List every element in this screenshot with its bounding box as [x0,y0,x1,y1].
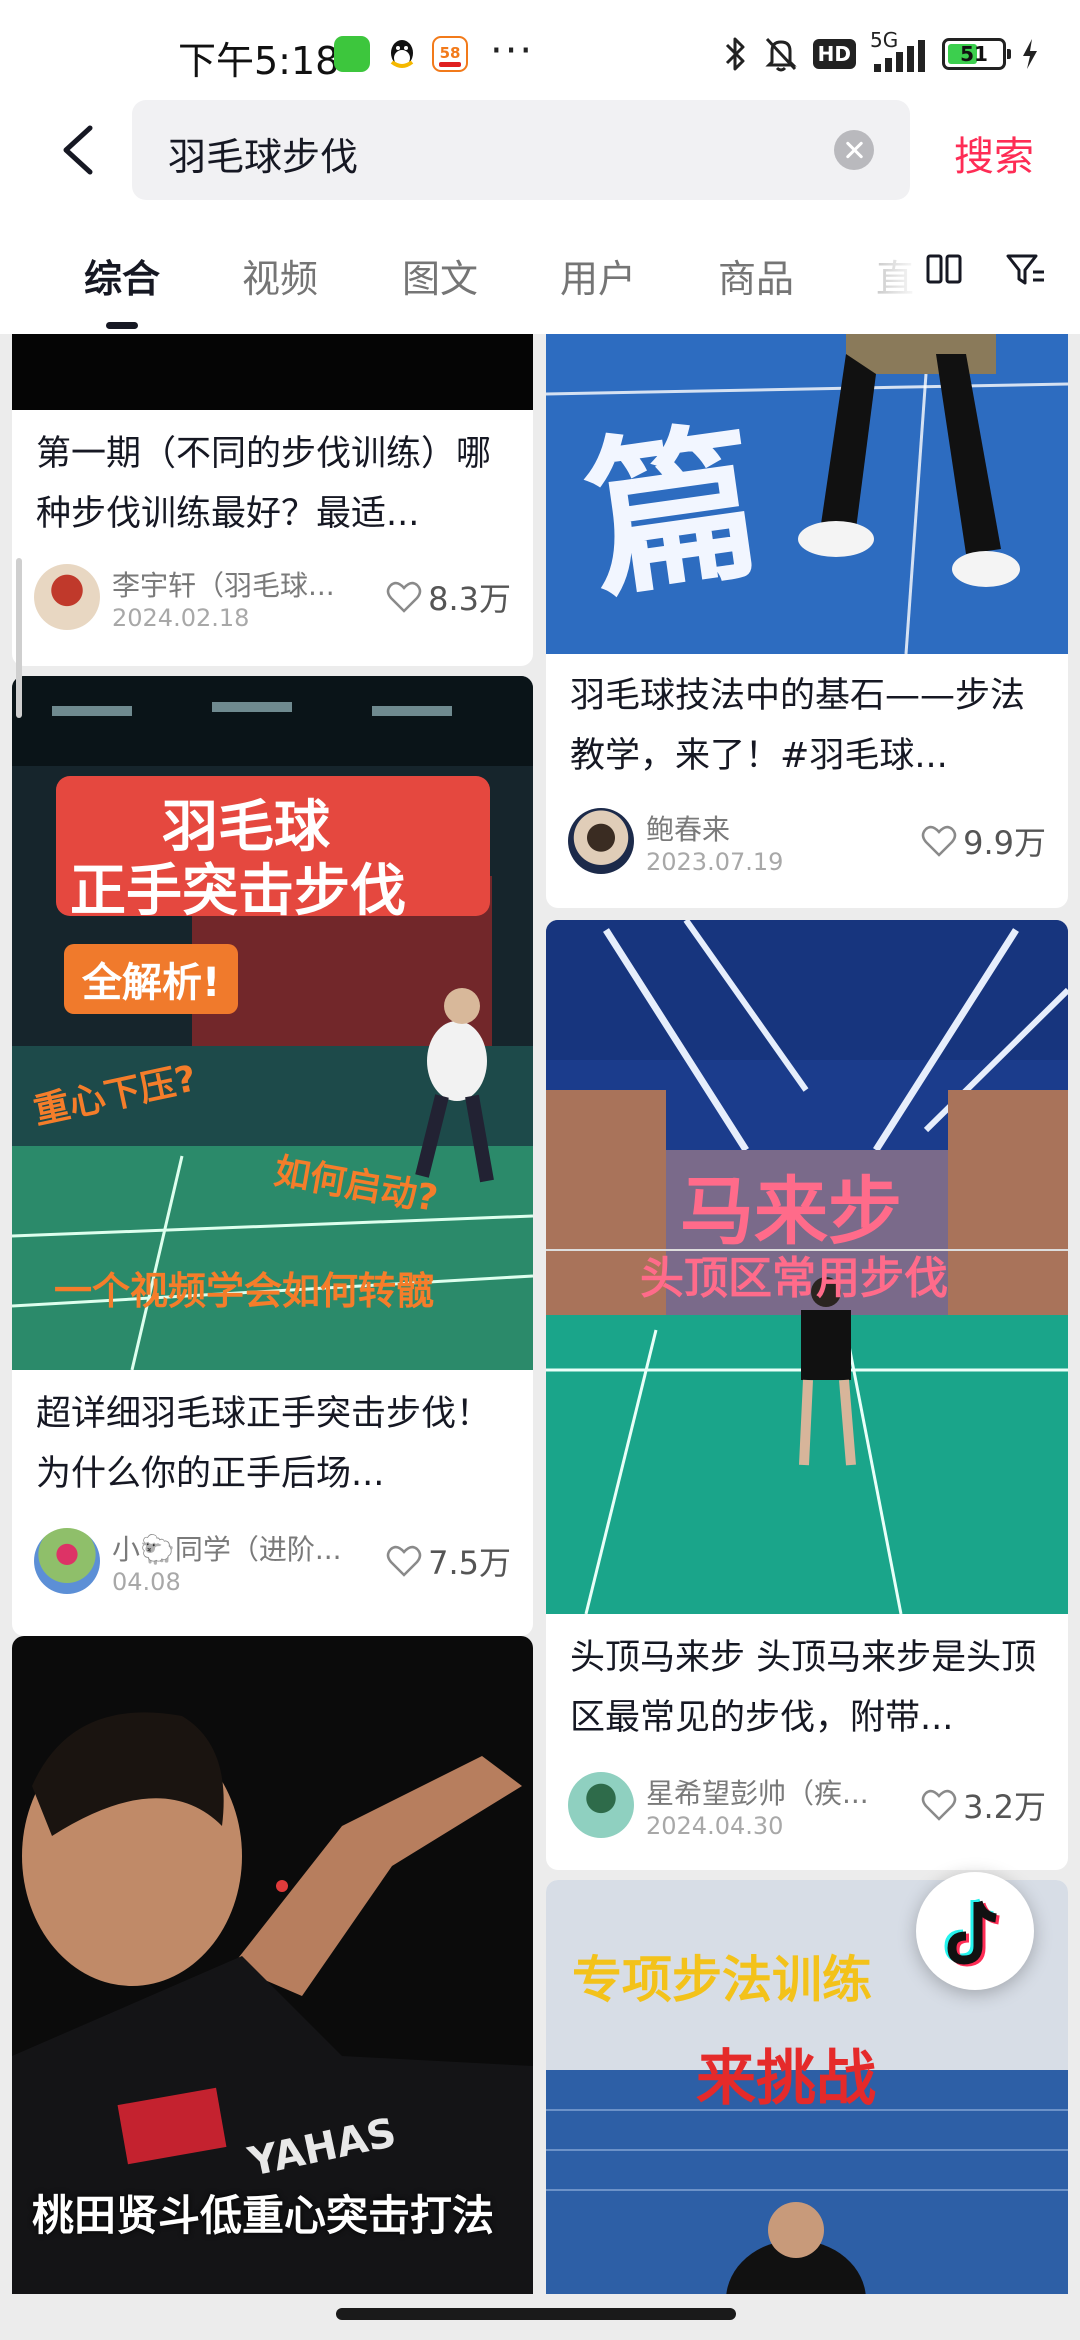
overlay-title-line2: 正手突击步伐 [70,859,406,924]
like-count-text: 9.9万 [963,824,1046,862]
card-title: 羽毛球技法中的基石——步法教学，来了！#羽毛球... [570,676,1026,776]
douyin-icon [944,1898,1000,1967]
status-right-icons: HD 5G 51 [723,28,1040,76]
tab-comprehensive[interactable]: 综合 [84,248,160,303]
author-name[interactable]: 李宇轩（羽毛球... [112,564,372,604]
post-date: 2024.04.30 [646,1812,784,1840]
video-thumbnail[interactable]: 篇 [546,334,1068,654]
heart-icon [386,581,422,613]
avatar[interactable] [34,564,100,630]
qq-notification-icon [384,36,420,72]
results-feed[interactable]: 第一期（不同的步伐训练）哪种步伐训练最好？最适... 李宇轩（羽毛球... 20… [0,334,1080,2294]
search-query[interactable]: 羽毛球步伐 [168,126,358,181]
video-thumbnail[interactable]: 羽毛球 正手突击步伐 全解析! 重心下压? 如何启动? 一个视频学会如何转髋 [12,676,533,1370]
like-count[interactable]: 8.3万 [386,574,511,620]
overlay-title-line2: 来挑战 [696,2044,876,2114]
battery-icon: 51 [942,38,1011,70]
thumbnail-overlay-text: 篇 [575,402,772,623]
avatar[interactable] [568,1772,634,1838]
tab-image-text[interactable]: 图文 [402,248,478,303]
overlay-bottom-text: 一个视频学会如何转髋 [54,1269,435,1313]
avatar[interactable] [34,1528,100,1594]
author-name[interactable]: 小🐑同学（进阶... [112,1528,372,1568]
charging-icon [1023,39,1037,69]
tab-tools [920,210,1080,334]
like-count-text: 3.2万 [963,1788,1046,1826]
result-card[interactable]: YAHAS 桃田贤斗低重心突击打法 [12,1636,533,2294]
battery-level: 51 [960,42,988,66]
like-count[interactable]: 9.9万 [921,818,1046,864]
layout-toggle-icon[interactable] [924,250,964,290]
card-title: 第一期（不同的步伐训练）哪种步伐训练最好？最适... [36,434,492,534]
card-title: 超详细羽毛球正手突击步伐！ 为什么你的正手后场... [36,1394,492,1494]
overlay-title-line2: 头顶区常用步伐 [640,1253,948,1304]
heart-icon [921,825,957,857]
bluetooth-icon [725,37,745,71]
tab-video[interactable]: 视频 [242,248,318,303]
filter-icon[interactable] [1004,250,1048,290]
signal-5g-icon: 5G [870,28,928,74]
scroll-indicator [16,558,22,718]
post-date: 04.08 [112,1568,181,1596]
wechat-notification-icon [334,36,370,72]
video-thumbnail[interactable] [12,334,533,410]
home-indicator[interactable] [336,2308,736,2320]
search-header: 羽毛球步伐 搜索 [0,100,1080,210]
svg-text:58: 58 [440,44,461,62]
mute-bell-icon [765,37,797,72]
result-card[interactable]: 马来步 头顶区常用步伐 头顶马来步 头顶马来步是头顶区最常见的步伐，附带... … [546,920,1068,1870]
like-count[interactable]: 7.5万 [386,1538,511,1584]
overlay-title-line1: 专项步法训练 [572,1951,872,2009]
active-tab-indicator [106,322,138,329]
author-name[interactable]: 鲍春来 [646,808,906,848]
more-notifications-icon: ··· [490,28,535,74]
status-bar: 下午5:18 58 ··· HD 5G 51 [0,0,1080,100]
hd-voice-icon: HD [812,39,856,69]
video-thumbnail[interactable]: 马来步 头顶区常用步伐 [546,920,1068,1614]
heart-icon [921,1789,957,1821]
post-date: 2024.02.18 [112,604,250,632]
tab-users[interactable]: 用户 [560,248,636,303]
result-card[interactable]: 第一期（不同的步伐训练）哪种步伐训练最好？最适... 李宇轩（羽毛球... 20… [12,334,533,666]
search-button[interactable]: 搜索 [954,124,1034,182]
avatar[interactable] [568,808,634,874]
search-input[interactable]: 羽毛球步伐 [132,100,910,200]
overlay-badge: 全解析! [64,944,239,1014]
chevron-left-icon [63,125,93,175]
video-thumbnail[interactable]: YAHAS 桃田贤斗低重心突击打法 [12,1636,533,2294]
like-count[interactable]: 3.2万 [921,1782,1046,1828]
network-type-label: 5G [870,28,899,52]
status-time: 下午5:18 [178,39,340,83]
back-button[interactable] [50,118,110,182]
58-app-icon: 58 [432,36,468,72]
result-card[interactable]: 羽毛球 正手突击步伐 全解析! 重心下压? 如何启动? 一个视频学会如何转髋 超… [12,676,533,1636]
search-tabs: 综合 视频 图文 用户 商品 直 [0,210,1080,334]
card-title: 头顶马来步 头顶马来步是头顶区最常见的步伐，附带... [570,1638,1037,1738]
tab-products[interactable]: 商品 [718,248,794,303]
author-name[interactable]: 星希望彭帅（疾... [646,1772,906,1812]
clear-search-icon[interactable] [834,130,874,170]
like-count-text: 7.5万 [428,1544,511,1582]
navigation-bar [0,2294,1080,2340]
douyin-floating-button[interactable] [916,1872,1034,1990]
like-count-text: 8.3万 [428,580,511,618]
thumbnail-overlay-text: 桃田贤斗低重心突击打法 [32,2191,495,2240]
post-date: 2023.07.19 [646,848,784,876]
result-card[interactable]: 篇 羽毛球技法中的基石——步法教学，来了！#羽毛球... 鲍春来 2023.07… [546,334,1068,908]
tab-fade [860,210,920,334]
heart-icon [386,1545,422,1577]
